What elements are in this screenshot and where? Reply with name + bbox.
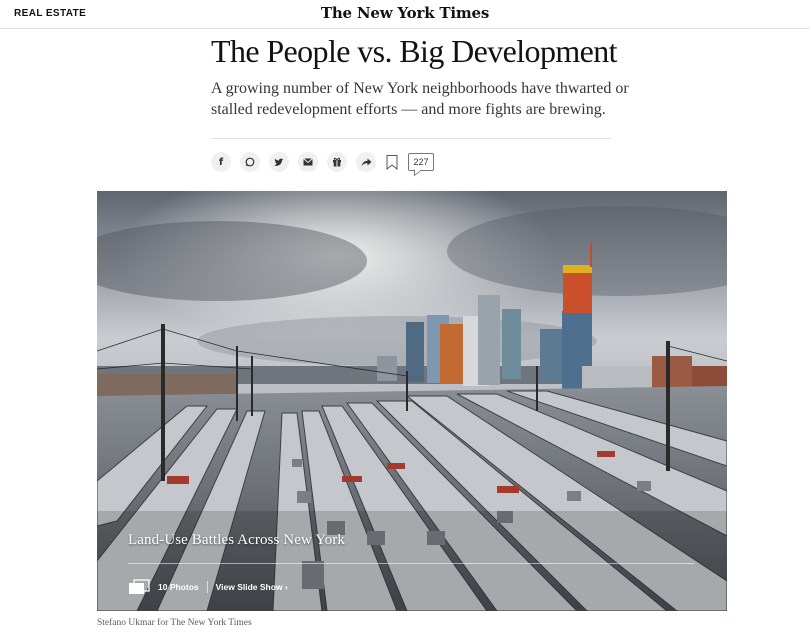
facebook-icon[interactable]: f bbox=[211, 152, 231, 172]
slideshow-controls[interactable]: 10 Photos View Slide Show › bbox=[128, 579, 288, 595]
comments-button[interactable]: 227 bbox=[408, 153, 434, 171]
gift-icon[interactable] bbox=[327, 152, 347, 172]
slideshow-title[interactable]: Land-Use Battles Across New York bbox=[128, 532, 345, 549]
top-bar: REAL ESTATE The New York Times bbox=[0, 0, 810, 29]
email-icon[interactable] bbox=[298, 152, 318, 172]
slideshow-separator bbox=[206, 581, 208, 593]
divider bbox=[211, 138, 611, 139]
twitter-icon[interactable] bbox=[269, 152, 289, 172]
slideshow-icon bbox=[129, 579, 150, 594]
share-icon[interactable] bbox=[356, 152, 376, 172]
photo-count: 10 Photos bbox=[158, 582, 199, 592]
bookmark-icon[interactable] bbox=[386, 154, 398, 170]
share-bar: f 227 bbox=[211, 151, 434, 173]
comment-count: 227 bbox=[413, 157, 429, 167]
photo-credit: Stefano Ukmar for The New York Times bbox=[97, 618, 252, 628]
whatsapp-icon[interactable] bbox=[240, 152, 260, 172]
view-slideshow-link[interactable]: View Slide Show › bbox=[216, 582, 288, 592]
lead-photo-slideshow[interactable]: Land-Use Battles Across New York 10 Phot… bbox=[97, 191, 727, 611]
headline: The People vs. Big Development bbox=[211, 33, 618, 69]
slideshow-divider bbox=[128, 563, 694, 564]
nyt-logo[interactable]: The New York Times bbox=[0, 4, 810, 22]
summary: A growing number of New York neighborhoo… bbox=[211, 80, 629, 118]
